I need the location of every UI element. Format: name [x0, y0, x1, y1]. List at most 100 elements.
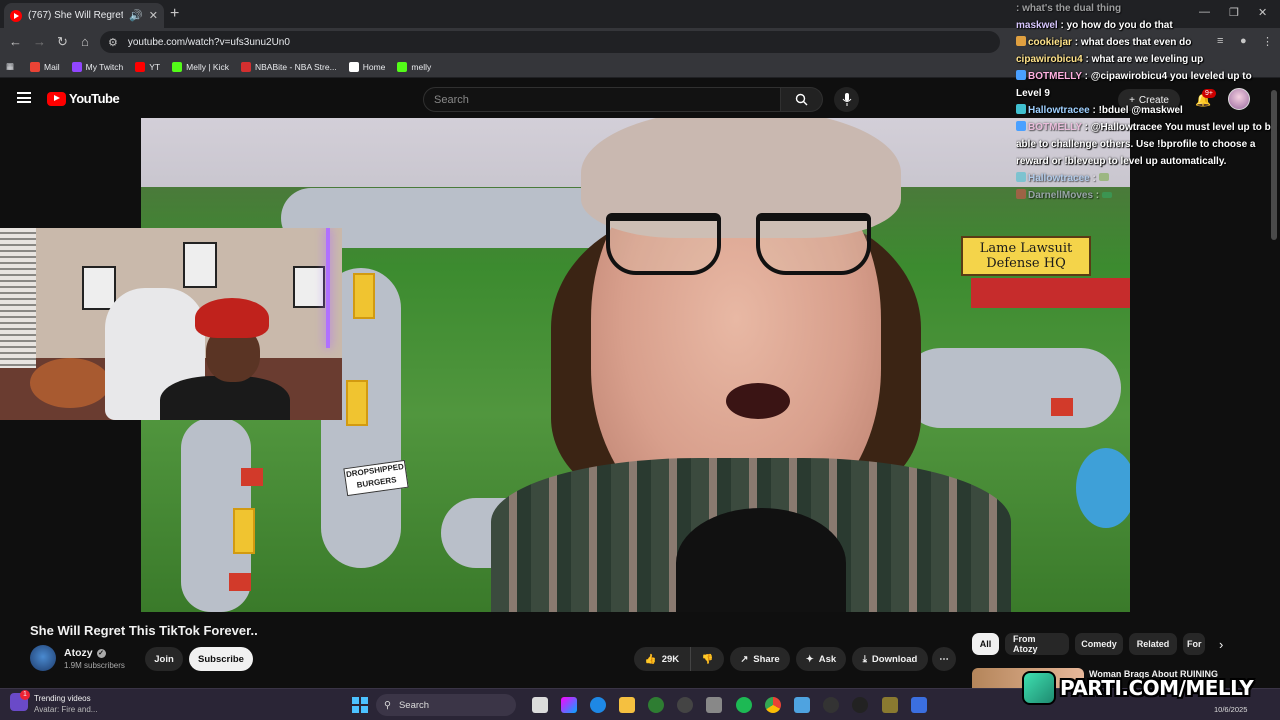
red-bonnet: [195, 298, 269, 338]
bot-badge-icon: [1016, 70, 1026, 80]
chat-message: maskwel : yo how do you do that: [1016, 20, 1173, 31]
emote-icon: [1098, 173, 1109, 181]
more-actions-button[interactable]: ⋯: [932, 647, 956, 671]
chat-message: Hallowtracee :: [1016, 170, 1278, 187]
subscribe-button[interactable]: Subscribe: [189, 647, 253, 671]
copilot-icon[interactable]: [561, 697, 577, 713]
more-horizontal-icon: ⋯: [939, 653, 949, 665]
chip-from-atozy[interactable]: From Atozy: [1005, 633, 1069, 655]
youtube-favicon-icon: [10, 9, 22, 22]
chat-message: BOTMELLY : @Hallowtracee You must level …: [1016, 121, 1277, 167]
presenter-glasses: [606, 213, 886, 275]
map-pond: [1076, 448, 1130, 528]
video-title: She Will Regret This TikTok Forever..: [30, 623, 258, 638]
reload-icon[interactable]: ↻: [57, 34, 68, 50]
new-tab-icon[interactable]: +: [170, 5, 179, 23]
download-button[interactable]: ⤓ Download: [852, 647, 928, 671]
channel-avatar[interactable]: [30, 645, 56, 671]
led-strip: [326, 228, 330, 348]
bookmark-melly[interactable]: melly: [397, 61, 431, 72]
hamburger-menu-icon[interactable]: [17, 92, 31, 103]
chat-message: cookiejar : what does that even do: [1016, 34, 1278, 51]
browser-tab[interactable]: (767) She Will Regret This T 🔊 ✕: [4, 3, 164, 28]
nbabite-icon: [240, 61, 251, 72]
ask-button[interactable]: ✦ Ask: [796, 647, 846, 671]
join-button[interactable]: Join: [145, 647, 183, 671]
beanbag: [30, 358, 110, 408]
chip-comedy[interactable]: Comedy: [1075, 633, 1123, 655]
chat-message: : what's the dual thing: [1016, 3, 1122, 14]
thumbs-up-icon: 👍: [644, 653, 657, 665]
back-icon[interactable]: ←: [9, 34, 22, 49]
xbox-icon[interactable]: [648, 697, 664, 713]
page-scrollbar[interactable]: [1271, 90, 1277, 240]
chrome-icon[interactable]: [765, 697, 781, 713]
wall-poster: [183, 242, 217, 288]
obs-icon[interactable]: [677, 697, 693, 713]
channel-name[interactable]: Atozy ✓: [64, 647, 106, 659]
taskbar-search[interactable]: ⚲ Search: [376, 694, 516, 716]
apps-icon[interactable]: ▦: [6, 61, 14, 72]
bookmark-my-twitch[interactable]: My Twitch: [71, 61, 123, 72]
twitch-icon: [71, 61, 82, 72]
file-explorer-icon[interactable]: [619, 697, 635, 713]
mail-icon: [30, 61, 41, 72]
bookmark-melly-kick[interactable]: Melly | Kick: [172, 61, 229, 72]
forward-icon[interactable]: →: [33, 34, 46, 49]
media-player-icon[interactable]: [823, 697, 839, 713]
voice-search-button[interactable]: [834, 87, 859, 112]
minecraft-icon[interactable]: [882, 697, 898, 713]
widgets-icon: 1: [10, 690, 30, 711]
address-bar[interactable]: ⚙ youtube.com/watch?v=ufs3unu2Un0: [100, 31, 1000, 53]
site-info-icon[interactable]: ⚙: [108, 36, 118, 49]
store-icon[interactable]: [706, 697, 722, 713]
chat-message: cipawirobicu4 : what are we leveling up: [1016, 54, 1204, 65]
youtube-play-icon: [47, 91, 66, 106]
sparkle-icon: ✦: [805, 653, 814, 665]
share-arrow-icon: ↗: [740, 653, 749, 665]
window-blinds: [0, 228, 36, 368]
app-icon[interactable]: [911, 697, 927, 713]
app-icon[interactable]: [852, 697, 868, 713]
download-icon: ⤓: [862, 653, 867, 665]
chip-all[interactable]: All: [972, 633, 999, 655]
presenter-mouth: [726, 383, 790, 419]
chip-related[interactable]: Related: [1129, 633, 1177, 655]
bookmark-yt[interactable]: YT: [135, 61, 160, 72]
search-input[interactable]: Search: [423, 87, 781, 112]
kick-icon: [397, 61, 408, 72]
home-icon[interactable]: ⌂: [81, 34, 89, 49]
chip-for-you[interactable]: For: [1183, 633, 1205, 655]
youtube-logo[interactable]: YouTube: [47, 91, 120, 106]
microphone-icon: [842, 93, 851, 106]
chat-message: Hallowtracee : !bduel @maskwel: [1016, 102, 1278, 119]
map-house: [241, 468, 263, 486]
like-button[interactable]: 👍 29K: [634, 647, 690, 671]
chat-badge-icon: [1016, 36, 1026, 46]
streamer: [150, 298, 290, 420]
photos-icon[interactable]: [794, 697, 810, 713]
url-text: youtube.com/watch?v=ufs3unu2Un0: [127, 36, 290, 48]
task-view-icon[interactable]: [532, 697, 548, 713]
stream-chat-overlay: : what's the dual thing maskwel : yo how…: [1016, 0, 1278, 204]
map-house: [229, 573, 251, 591]
spotify-icon[interactable]: [736, 697, 752, 713]
speaker-icon[interactable]: 🔊: [129, 9, 143, 22]
bookmark-mail[interactable]: Mail: [30, 61, 60, 72]
trending-widget[interactable]: 1 Trending videos Avatar: Fire and...: [10, 690, 97, 715]
chevron-right-icon[interactable]: ›: [1219, 637, 1223, 652]
map-building: [353, 273, 375, 319]
bookmark-nbabite[interactable]: NBABite - NBA Stre...: [240, 61, 337, 72]
close-tab-icon[interactable]: ✕: [149, 9, 158, 22]
share-button[interactable]: ↗ Share: [730, 647, 790, 671]
windows-start-icon[interactable]: [352, 697, 368, 713]
bookmark-home[interactable]: Home: [348, 61, 385, 72]
tab-title: (767) She Will Regret This T: [28, 10, 124, 21]
youtube-icon: [135, 61, 146, 72]
search-button[interactable]: [781, 87, 823, 112]
webcam-overlay: [0, 228, 342, 420]
thumbs-down-icon: 👎: [701, 653, 714, 665]
map-building: [346, 380, 368, 426]
edge-icon[interactable]: [590, 697, 606, 713]
dislike-button[interactable]: 👎: [690, 647, 724, 671]
